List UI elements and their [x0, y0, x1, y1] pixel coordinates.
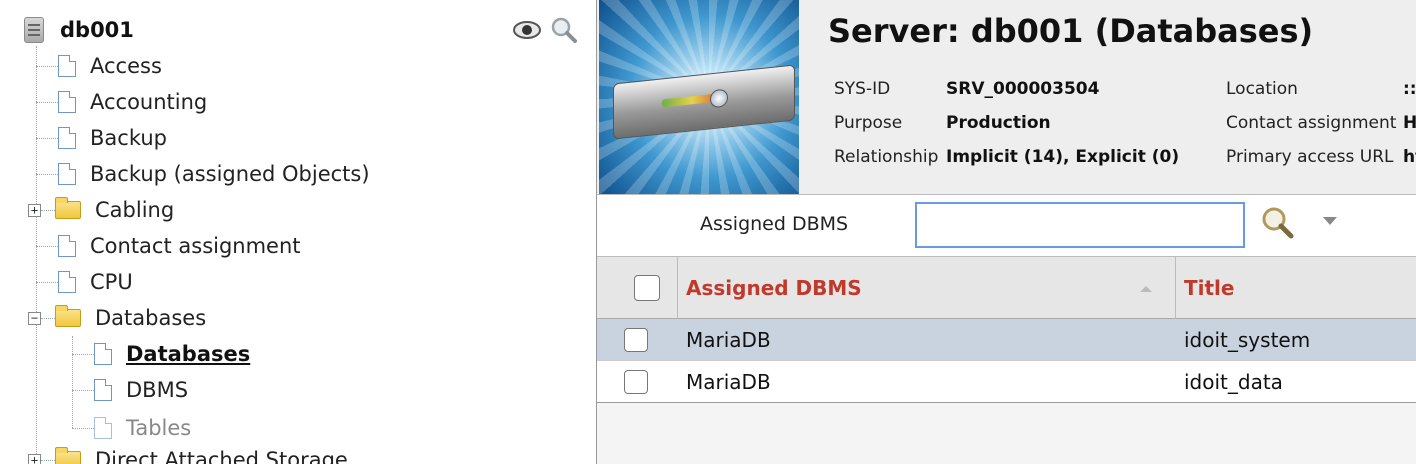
cell-assigned-dbms[interactable]: MariaDB: [686, 361, 771, 403]
object-tree: db001 Access Accounting Backup Backup (a…: [0, 0, 596, 464]
tree-item-contact-assignment[interactable]: Contact assignment: [36, 228, 301, 264]
page-title: Server: db001 (Databases): [828, 12, 1314, 50]
tree-item-dbms[interactable]: DBMS: [72, 372, 188, 408]
tree-item-databases-folder[interactable]: − Databases: [28, 300, 206, 336]
select-all-cell[interactable]: [634, 257, 674, 319]
tree-item-label[interactable]: Databases: [95, 306, 206, 330]
expand-icon[interactable]: +: [28, 203, 41, 217]
tree-item-cabling[interactable]: + Cabling: [28, 192, 174, 228]
field-key-location: Location: [1226, 79, 1298, 99]
column-header-title[interactable]: Title: [1184, 257, 1416, 319]
document-icon: [58, 55, 76, 77]
tree-item-label[interactable]: Tables: [126, 416, 191, 440]
document-icon: [58, 163, 76, 185]
collapse-icon[interactable]: −: [28, 311, 41, 325]
tree-item-backup[interactable]: Backup: [36, 120, 167, 156]
server-icon: [24, 17, 44, 43]
table-row[interactable]: MariaDB idoit_system: [597, 319, 1416, 361]
filter-label: Assigned DBMS: [700, 213, 849, 235]
tree-item-label[interactable]: Accounting: [90, 90, 207, 114]
tree-item-tables[interactable]: Tables: [72, 410, 191, 446]
document-icon: [58, 235, 76, 257]
tree-item-backup-assigned-objects[interactable]: Backup (assigned Objects): [36, 156, 370, 192]
table-row[interactable]: MariaDB idoit_data: [597, 361, 1416, 403]
expand-icon[interactable]: +: [28, 453, 41, 464]
folder-icon: [55, 447, 81, 464]
field-key-relationship: Relationship: [834, 147, 939, 167]
tree-item-label[interactable]: Access: [90, 54, 162, 78]
cell-title[interactable]: idoit_data: [1184, 361, 1283, 403]
eye-icon[interactable]: [512, 19, 542, 45]
tree-item-label-active[interactable]: Databases: [126, 342, 250, 366]
magnifier-icon[interactable]: [550, 16, 578, 48]
document-icon: [58, 91, 76, 113]
tree-item-label[interactable]: CPU: [90, 270, 133, 294]
select-all-checkbox[interactable]: [634, 275, 660, 301]
search-icon[interactable]: [1260, 205, 1296, 241]
tree-root-server[interactable]: db001: [24, 14, 134, 46]
chevron-down-icon[interactable]: [1323, 217, 1337, 225]
row-checkbox[interactable]: [624, 328, 648, 352]
row-checkbox-cell[interactable]: [624, 319, 648, 361]
document-icon: [94, 379, 112, 401]
field-key-sys-id: SYS-ID: [834, 79, 891, 99]
column-header-label[interactable]: Title: [1184, 276, 1234, 300]
field-value-sys-id: SRV_000003504: [946, 79, 1100, 99]
server-image: [599, 0, 799, 194]
tree-item-label[interactable]: Direct Attached Storage: [95, 448, 348, 464]
field-value-contact-assignment[interactable]: H: [1403, 113, 1416, 133]
tree-item-accounting[interactable]: Accounting: [36, 84, 207, 120]
field-key-purpose: Purpose: [834, 113, 903, 133]
column-header-assigned-dbms[interactable]: Assigned DBMS: [686, 257, 1156, 319]
document-icon: [94, 343, 112, 365]
row-checkbox-cell[interactable]: [624, 361, 648, 403]
row-checkbox[interactable]: [624, 370, 648, 394]
tree-tools: [512, 16, 578, 48]
field-value-location[interactable]: ::: [1403, 79, 1416, 99]
content-panel: Server: db001 (Databases) SYS-ID SRV_000…: [596, 0, 1416, 464]
table-header: Assigned DBMS Title: [597, 257, 1416, 319]
tree-item-label[interactable]: DBMS: [126, 378, 188, 402]
tree-item-databases[interactable]: Databases: [72, 336, 250, 372]
document-icon: [58, 127, 76, 149]
field-key-contact-assignment: Contact assignment: [1226, 113, 1397, 133]
document-icon: [58, 271, 76, 293]
sort-asc-icon[interactable]: [1140, 286, 1152, 292]
column-header-label[interactable]: Assigned DBMS: [686, 276, 862, 300]
tree-root-label[interactable]: db001: [60, 18, 134, 42]
open-folder-icon: [55, 305, 81, 327]
tree-item-label[interactable]: Backup (assigned Objects): [90, 162, 370, 186]
folder-icon: [55, 197, 81, 219]
tree-item-label[interactable]: Contact assignment: [90, 234, 301, 258]
tree-item-cpu[interactable]: CPU: [36, 264, 133, 300]
field-key-primary-access-url: Primary access URL: [1226, 147, 1394, 167]
document-icon: [94, 417, 112, 439]
object-header: Server: db001 (Databases) SYS-ID SRV_000…: [597, 0, 1416, 194]
data-table: Assigned DBMS Title MariaDB idoit_system…: [597, 257, 1416, 464]
field-value-purpose: Production: [946, 113, 1051, 133]
cell-assigned-dbms[interactable]: MariaDB: [686, 319, 771, 361]
field-value-relationship[interactable]: Implicit (14), Explicit (0): [946, 147, 1179, 167]
filter-bar: Assigned DBMS: [597, 194, 1416, 257]
tree-item-label[interactable]: Cabling: [95, 198, 174, 222]
tree-item-label[interactable]: Backup: [90, 126, 167, 150]
cell-title[interactable]: idoit_system: [1184, 319, 1310, 361]
filter-input[interactable]: [915, 202, 1245, 248]
tree-item-access[interactable]: Access: [36, 48, 162, 84]
tree-item-direct-attached-storage[interactable]: + Direct Attached Storage: [28, 442, 348, 464]
field-value-primary-access-url[interactable]: ht: [1403, 147, 1416, 167]
